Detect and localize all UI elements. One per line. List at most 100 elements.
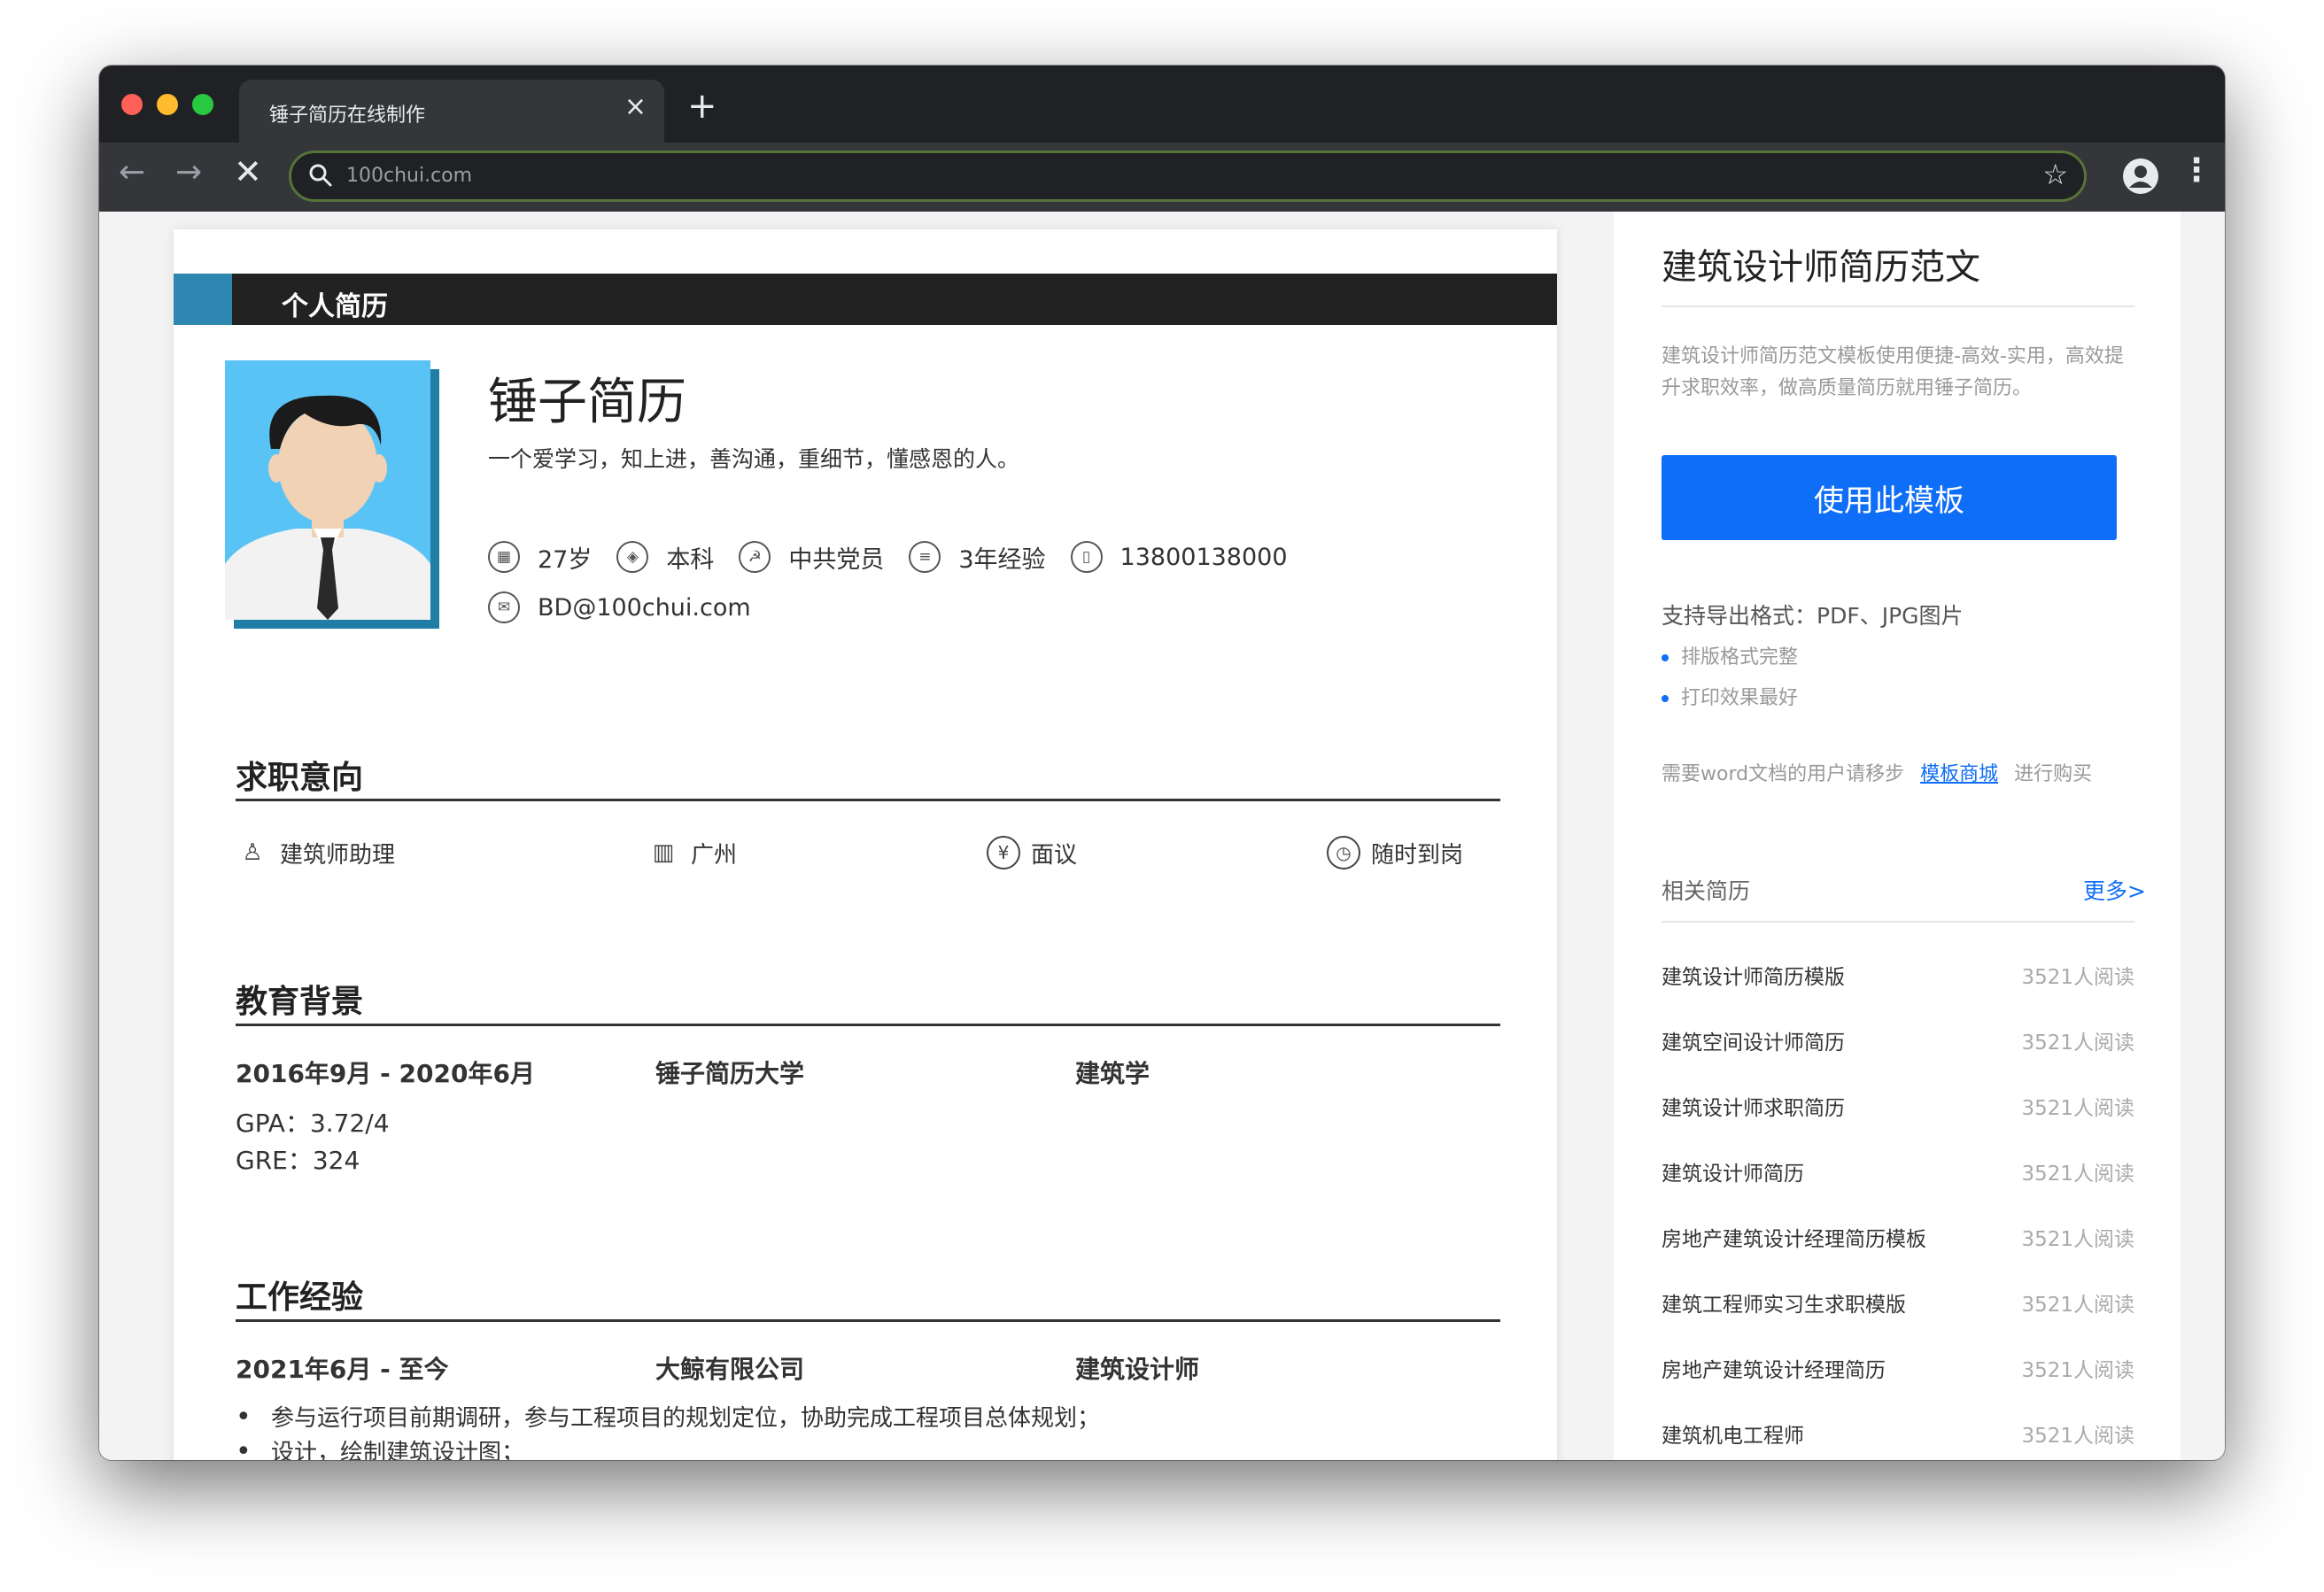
intent-availability-value: 随时到岗 (1371, 841, 1464, 869)
browser-toolbar: ← → ✕ 100chui.com ☆ ⋮ (99, 143, 2225, 212)
education-gre: GRE：324 (236, 1146, 360, 1175)
phone-icon: ▯ (1070, 541, 1103, 573)
search-icon (309, 164, 332, 187)
feature-item: 打印效果最好 (1662, 682, 1798, 710)
personal-info-row: ▦ 27岁 ◈ 本科 ☭ 中共党员 ≡ 3年经验 ▯ 13800138000 (488, 539, 1313, 575)
education-period: 2016年9月 - 2020年6月 (236, 1059, 535, 1088)
related-resume-title[interactable]: 建筑空间设计师简历 (1662, 1025, 1845, 1055)
avatar (225, 360, 430, 620)
tie-icon: ♙ (242, 839, 263, 866)
export-formats: 支持导出格式：PDF、JPG图片 (1662, 603, 1964, 629)
back-arrow-icon[interactable]: ← (119, 157, 145, 189)
sidebar-divider (1662, 305, 2134, 307)
education-school: 锤子简历大学 (655, 1059, 805, 1088)
tab-title: 锤子简历在线制作 (269, 104, 426, 127)
related-resume-item[interactable]: 建筑机电工程师 3521人阅读 (1662, 1418, 2134, 1449)
related-resume-item[interactable]: 建筑设计师求职简历 3521人阅读 (1662, 1091, 2134, 1121)
contact-info-row: ✉ BD@100chui.com (488, 590, 776, 625)
word-note-prefix: 需要word文档的用户请移步 (1662, 763, 1905, 785)
maximize-window-button[interactable] (192, 94, 213, 115)
related-resume-title[interactable]: 建筑工程师实习生求职模版 (1662, 1287, 1906, 1318)
related-resume-count: 3521人阅读 (2021, 1097, 2134, 1120)
browser-tab[interactable]: 锤子简历在线制作 × (239, 80, 664, 143)
section-divider (236, 1024, 1500, 1026)
mail-icon: ✉ (488, 591, 520, 623)
yen-icon: ¥ (987, 836, 1020, 869)
related-resume-title[interactable]: 建筑设计师简历模版 (1662, 960, 1845, 990)
related-resume-count: 3521人阅读 (2021, 1294, 2134, 1317)
tab-close-icon[interactable]: × (624, 94, 647, 120)
work-title: 建筑设计师 (1075, 1355, 1200, 1384)
word-note-suffix: 进行购买 (2014, 763, 2093, 785)
building-icon: ▥ (652, 839, 675, 866)
stop-loading-icon[interactable]: ✕ (234, 155, 262, 189)
tab-strip: 锤子简历在线制作 × + (99, 66, 2225, 143)
intent-salary-value: 面议 (1031, 841, 1078, 869)
graduation-cap-icon: ◈ (616, 541, 649, 573)
related-resume-title[interactable]: 房地产建筑设计经理简历模板 (1662, 1222, 1926, 1252)
degree-value: 本科 (666, 545, 715, 574)
related-resume-count: 3521人阅读 (2021, 1425, 2134, 1448)
sidebar-description: 建筑设计师简历范文模板使用便捷-高效-实用，高效提升求职效率，做高质量简历就用锤… (1662, 345, 2124, 399)
section-divider (236, 799, 1500, 801)
calendar-icon: ▦ (488, 541, 520, 573)
intent-city: ▥ 广州 (647, 836, 737, 869)
related-resume-item[interactable]: 建筑设计师简历模版 3521人阅读 (1662, 960, 2134, 990)
related-resumes-heading: 相关简历 (1662, 878, 1751, 904)
candidate-name: 锤子简历 (488, 374, 686, 431)
related-resume-title[interactable]: 建筑设计师求职简历 (1662, 1091, 1845, 1121)
resume-preview: 个人简历 锤子简历 一个爱学习，知上进，善沟通，重细节，懂感恩的人。 ▦ 27岁… (174, 229, 1557, 1460)
section-title-education: 教育背景 (236, 984, 364, 1020)
banner-accent (174, 274, 232, 325)
related-resume-title[interactable]: 建筑机电工程师 (1662, 1418, 1804, 1449)
education-major: 建筑学 (1075, 1059, 1150, 1088)
more-link[interactable]: 更多> (2083, 874, 2146, 906)
close-window-button[interactable] (121, 94, 143, 115)
use-template-button[interactable]: 使用此模板 (1662, 455, 2117, 540)
resume-banner: 个人简历 (174, 274, 1557, 325)
sidebar-title: 建筑设计师简历范文 (1662, 247, 1980, 288)
section-divider (236, 1319, 1500, 1322)
intent-city-value: 广州 (691, 841, 738, 869)
avatar-illustration (225, 395, 430, 620)
related-resume-count: 3521人阅读 (2021, 1228, 2134, 1251)
section-title-work: 工作经验 (236, 1279, 364, 1316)
document-icon: ≡ (909, 541, 941, 573)
word-note: 需要word文档的用户请移步 模板商城 进行购买 (1662, 758, 2092, 786)
page-viewport: 个人简历 锤子简历 一个爱学习，知上进，善沟通，重细节，懂感恩的人。 ▦ 27岁… (99, 212, 2225, 1460)
minimize-window-button[interactable] (157, 94, 178, 115)
url-text: 100chui.com (346, 165, 473, 187)
intent-position-value: 建筑师助理 (280, 841, 396, 869)
related-resume-count: 3521人阅读 (2021, 966, 2134, 989)
feature-item: 排版格式完整 (1662, 641, 1798, 669)
related-resume-count: 3521人阅读 (2021, 1032, 2134, 1055)
related-resume-item[interactable]: 房地产建筑设计经理简历模板 3521人阅读 (1662, 1222, 2134, 1252)
template-store-link[interactable]: 模板商城 (1920, 763, 1998, 785)
related-resume-item[interactable]: 建筑工程师实习生求职模版 3521人阅读 (1662, 1287, 2134, 1318)
related-resume-title[interactable]: 建筑设计师简历 (1662, 1156, 1804, 1186)
address-bar[interactable]: 100chui.com ☆ (289, 151, 2087, 202)
profile-avatar-icon[interactable] (2122, 158, 2159, 195)
intent-salary: ¥ 面议 (987, 836, 1077, 869)
browser-menu-icon[interactable]: ⋮ (2181, 155, 2212, 187)
intent-availability: ◷ 随时到岗 (1327, 836, 1463, 869)
related-resume-title[interactable]: 房地产建筑设计经理简历 (1662, 1353, 1886, 1383)
browser-window: 锤子简历在线制作 × + ← → ✕ 100chui.com ☆ ⋮ 个人简历 … (99, 66, 2225, 1460)
work-duty-item: 设计，绘制建筑设计图； (236, 1434, 524, 1460)
forward-arrow-icon[interactable]: → (175, 157, 202, 189)
party-emblem-icon: ☭ (739, 541, 771, 573)
work-duty-item: 参与运行项目前期调研，参与工程项目的规划定位，协助完成工程项目总体规划； (236, 1400, 1100, 1433)
experience-value: 3年经验 (958, 545, 1046, 574)
new-tab-button[interactable]: + (687, 89, 717, 124)
related-resume-item[interactable]: 建筑空间设计师简历 3521人阅读 (1662, 1025, 2134, 1055)
work-period: 2021年6月 - 至今 (236, 1355, 449, 1384)
related-resume-item[interactable]: 建筑设计师简历 3521人阅读 (1662, 1156, 2134, 1186)
intent-position: ♙ 建筑师助理 (236, 836, 395, 869)
template-sidebar: 建筑设计师简历范文 建筑设计师简历范文模板使用便捷-高效-实用，高效提升求职效率… (1614, 212, 2181, 1460)
bookmark-star-icon[interactable]: ☆ (2042, 160, 2068, 189)
clock-icon: ◷ (1327, 836, 1360, 869)
related-resume-item[interactable]: 房地产建筑设计经理简历 3521人阅读 (1662, 1353, 2134, 1383)
sidebar-divider (1662, 921, 2134, 923)
education-gpa: GPA：3.72/4 (236, 1109, 390, 1138)
email-value: BD@100chui.com (538, 593, 751, 622)
